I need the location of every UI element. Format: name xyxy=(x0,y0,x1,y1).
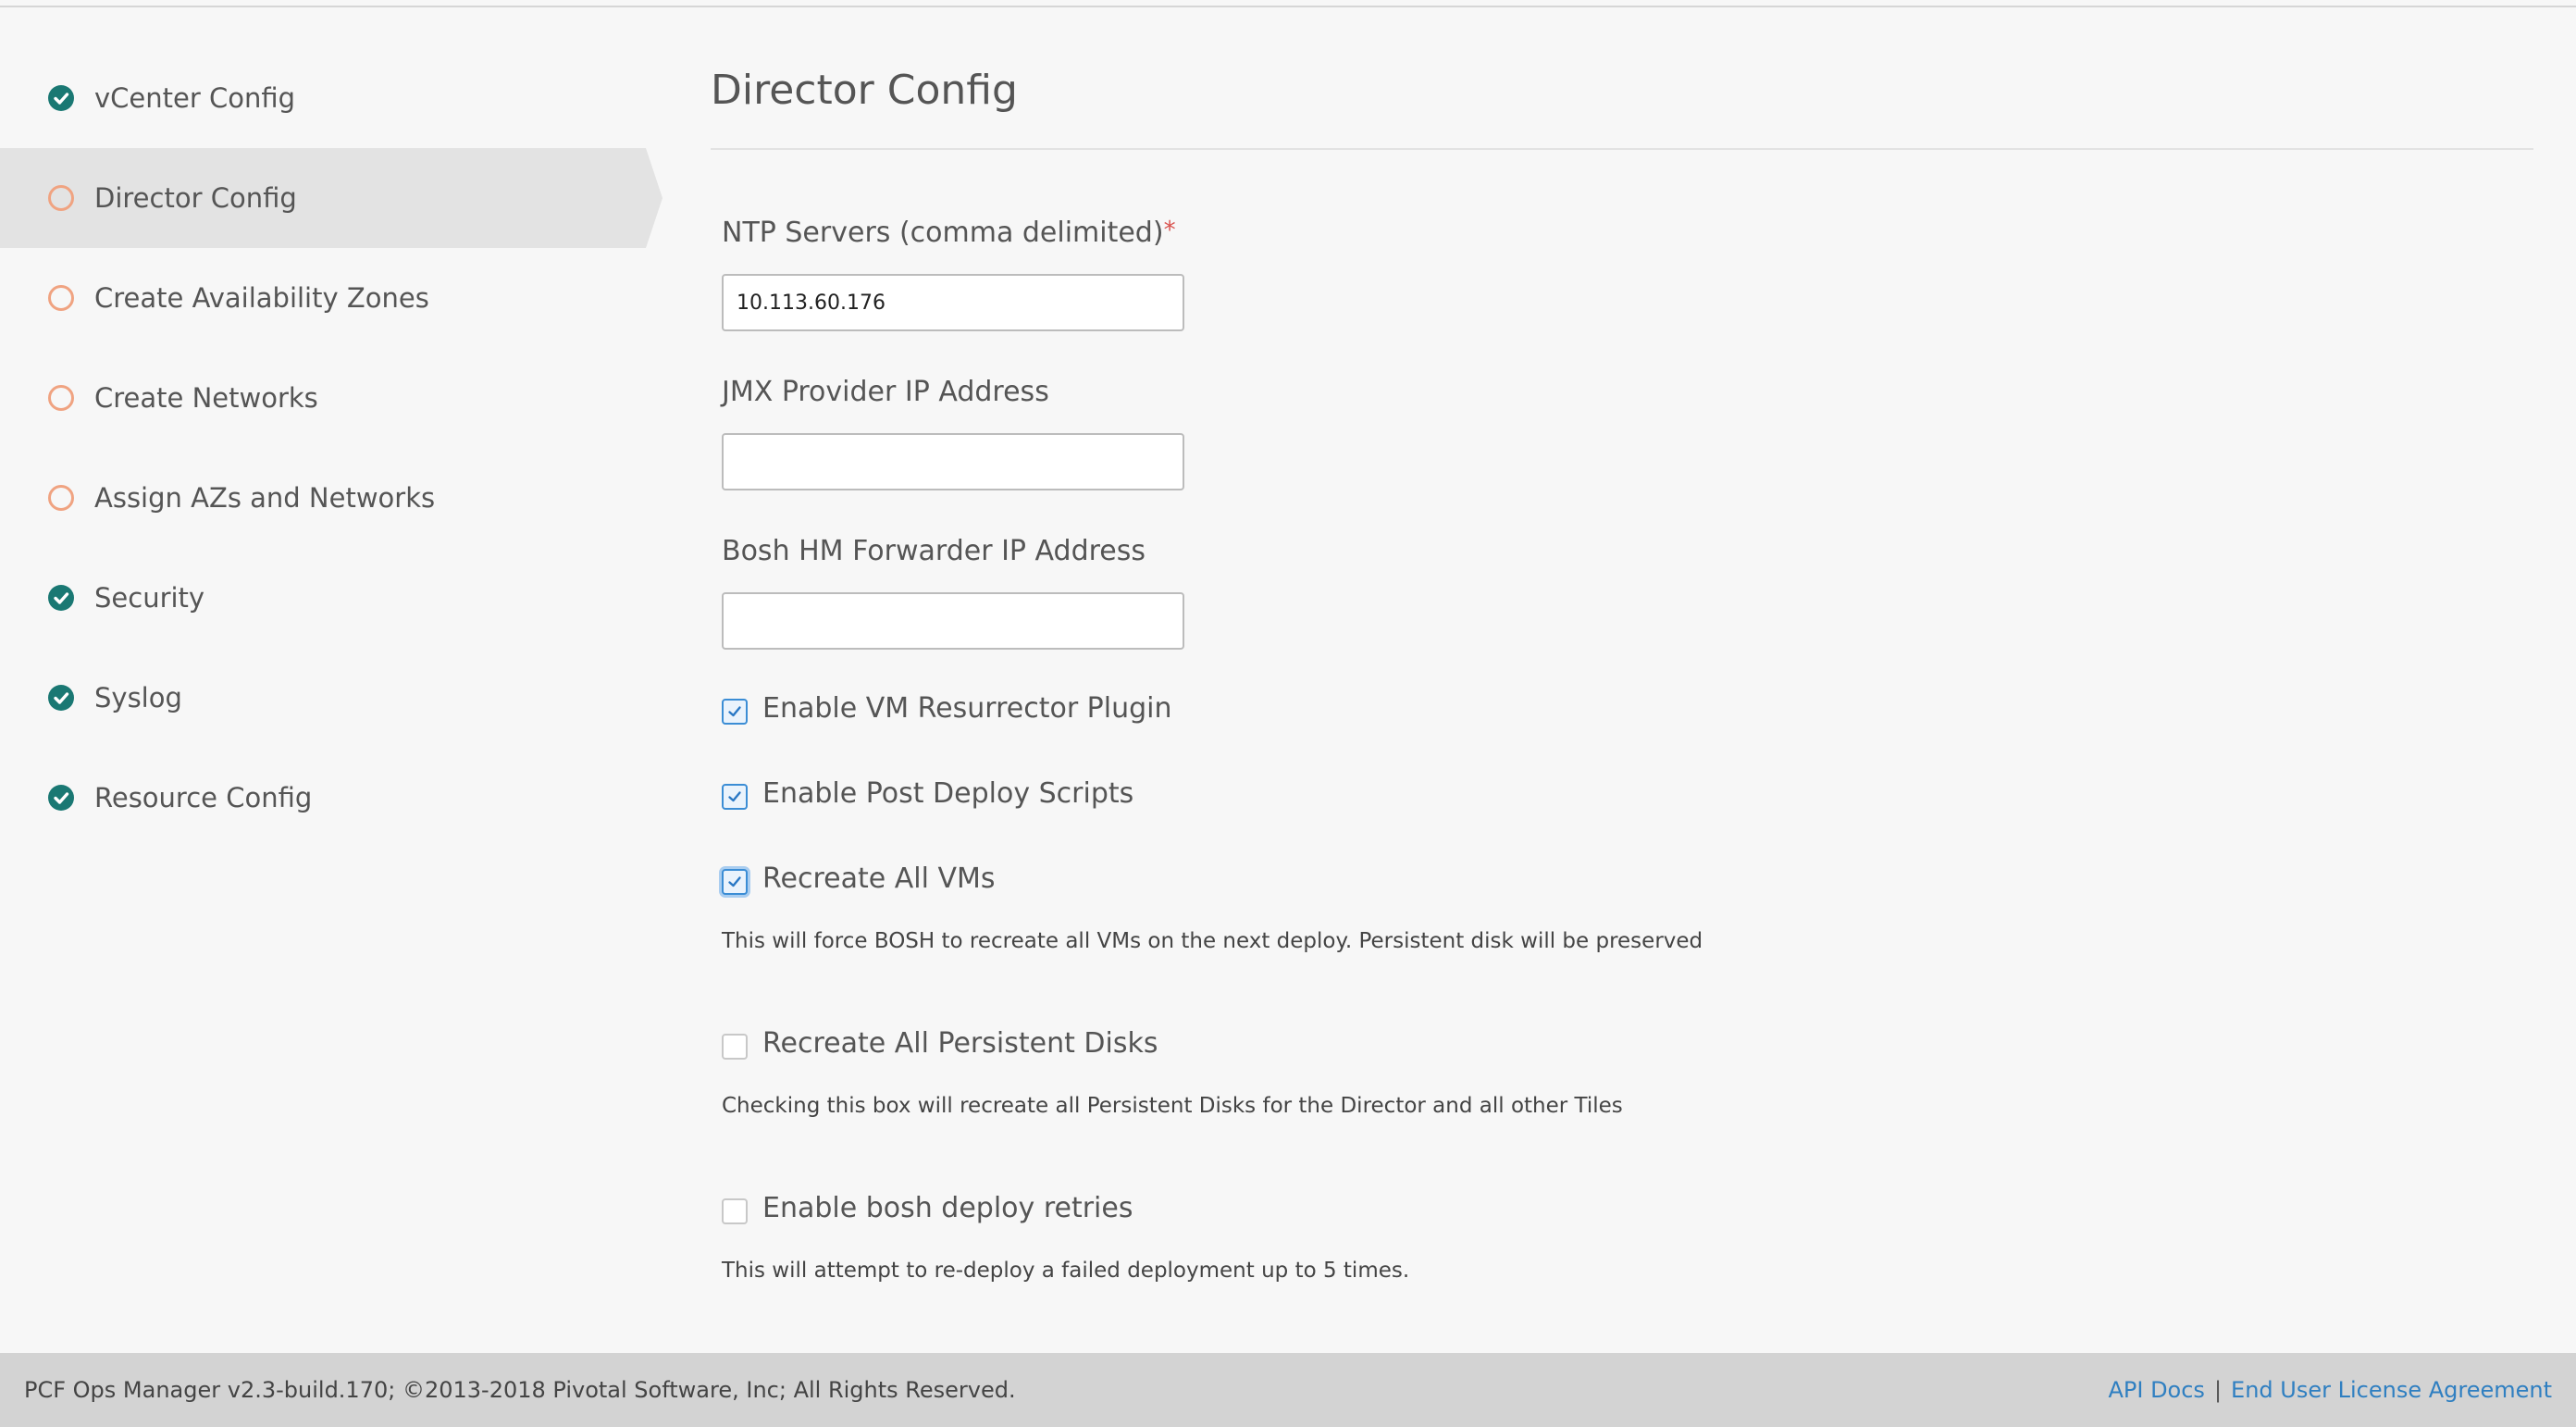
sidebar-item-label: Create Networks xyxy=(94,382,318,414)
check-circle-icon xyxy=(48,685,74,711)
empty-circle-icon xyxy=(48,285,74,311)
api-docs-link[interactable]: API Docs xyxy=(2108,1377,2204,1403)
bosh-deploy-retries-help: This will attempt to re-deploy a failed … xyxy=(722,1259,1410,1283)
recreate-all-vms-row: Recreate All VMs xyxy=(722,862,995,895)
footer-links: API Docs | End User License Agreement xyxy=(2108,1377,2552,1403)
sidebar-item-syslog[interactable]: Syslog xyxy=(0,648,666,748)
required-marker: * xyxy=(1163,217,1176,244)
ntp-servers-label: NTP Servers (comma delimited)* xyxy=(722,217,1176,249)
post-deploy-scripts-row: Enable Post Deploy Scripts xyxy=(722,777,1133,810)
bosh-hm-forwarder-ip-input[interactable] xyxy=(722,592,1184,650)
sidebar-item-create-availability-zones[interactable]: Create Availability Zones xyxy=(0,248,666,348)
sidebar-item-security[interactable]: Security xyxy=(0,548,666,648)
footer-copyright: PCF Ops Manager v2.3-build.170; ©2013-20… xyxy=(24,1377,1016,1403)
vm-resurrector-label: Enable VM Resurrector Plugin xyxy=(762,692,1172,725)
sidebar-item-label: Resource Config xyxy=(94,782,313,813)
post-deploy-scripts-checkbox[interactable] xyxy=(722,783,748,810)
ntp-servers-input[interactable] xyxy=(722,274,1184,331)
page-footer: PCF Ops Manager v2.3-build.170; ©2013-20… xyxy=(0,1353,2576,1427)
sidebar-item-label: Security xyxy=(94,582,205,614)
check-circle-icon xyxy=(48,585,74,611)
recreate-persistent-disks-help: Checking this box will recreate all Pers… xyxy=(722,1094,1623,1118)
bosh-deploy-retries-label: Enable bosh deploy retries xyxy=(762,1192,1133,1224)
vm-resurrector-checkbox[interactable] xyxy=(722,698,748,725)
recreate-all-vms-checkbox[interactable] xyxy=(722,868,748,895)
sidebar-item-label: Director Config xyxy=(94,182,297,214)
post-deploy-scripts-label: Enable Post Deploy Scripts xyxy=(762,777,1134,810)
jmx-provider-ip-label: JMX Provider IP Address xyxy=(722,376,1049,408)
sidebar-item-label: Assign AZs and Networks xyxy=(94,482,436,514)
top-border xyxy=(0,0,2576,7)
empty-circle-icon xyxy=(48,185,74,211)
eula-link[interactable]: End User License Agreement xyxy=(2231,1377,2552,1403)
empty-circle-icon xyxy=(48,385,74,411)
sidebar-item-label: Create Availability Zones xyxy=(94,282,429,314)
bosh-hm-forwarder-ip-label: Bosh HM Forwarder IP Address xyxy=(722,535,1146,567)
check-circle-icon xyxy=(48,785,74,811)
bosh-deploy-retries-row: Enable bosh deploy retries xyxy=(722,1192,1133,1224)
sidebar-item-resource-config[interactable]: Resource Config xyxy=(0,748,666,848)
sidebar-item-director-config[interactable]: Director Config xyxy=(0,148,663,248)
sidebar-item-create-networks[interactable]: Create Networks xyxy=(0,348,666,448)
jmx-provider-ip-input[interactable] xyxy=(722,433,1184,490)
recreate-persistent-disks-label: Recreate All Persistent Disks xyxy=(762,1027,1158,1060)
page-title: Director Config xyxy=(711,67,1018,114)
title-divider xyxy=(711,148,2533,150)
sidebar-nav: vCenter Config Director Config Create Av… xyxy=(0,48,666,848)
bosh-deploy-retries-checkbox[interactable] xyxy=(722,1197,748,1224)
recreate-all-vms-help: This will force BOSH to recreate all VMs… xyxy=(722,929,1703,953)
sidebar-item-assign-azs-and-networks[interactable]: Assign AZs and Networks xyxy=(0,448,666,548)
ntp-servers-label-text: NTP Servers (comma delimited) xyxy=(722,217,1164,249)
recreate-all-vms-label: Recreate All VMs xyxy=(762,862,996,895)
recreate-persistent-disks-row: Recreate All Persistent Disks xyxy=(722,1027,1158,1060)
sidebar-item-vcenter-config[interactable]: vCenter Config xyxy=(0,48,666,148)
check-circle-icon xyxy=(48,85,74,111)
sidebar-item-label: vCenter Config xyxy=(94,82,296,114)
empty-circle-icon xyxy=(48,485,74,511)
recreate-persistent-disks-checkbox[interactable] xyxy=(722,1033,748,1060)
vm-resurrector-row: Enable VM Resurrector Plugin xyxy=(722,692,1172,725)
footer-separator: | xyxy=(2213,1377,2223,1403)
sidebar-item-label: Syslog xyxy=(94,682,182,714)
